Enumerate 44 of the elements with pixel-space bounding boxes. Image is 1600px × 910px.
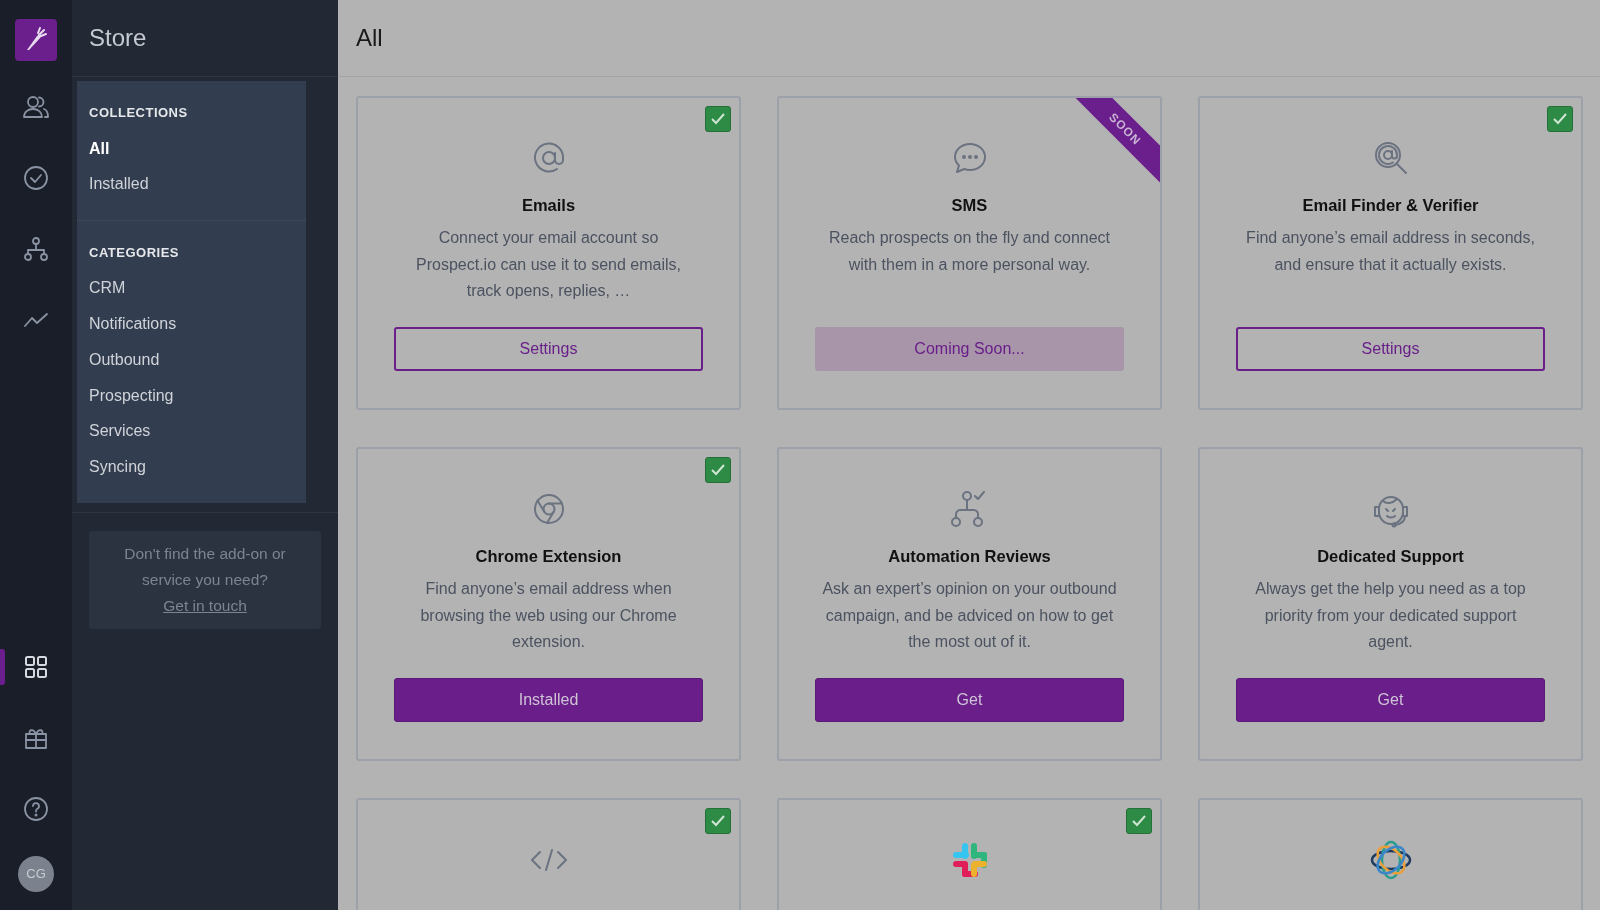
card-description: Always get the help you need as a top priority from your dedicated support agent. bbox=[1254, 579, 1527, 652]
people-icon bbox=[22, 93, 50, 120]
card-description: Ask an expert’s opinion on your outbound campaign, and be adviced on how to get the most out of it. bbox=[821, 579, 1118, 652]
sidebar-item[interactable]: Notifications bbox=[89, 306, 177, 342]
card-action-button[interactable]: Get bbox=[1236, 678, 1545, 722]
rings-logo-icon bbox=[1368, 840, 1413, 880]
help-text: Don't find the add-on or service you need? bbox=[123, 543, 287, 590]
card-description: Find anyone’s email address in seconds, and ensure that it actually exists. bbox=[1245, 228, 1536, 275]
card-action-button[interactable]: Installed bbox=[394, 678, 703, 722]
page-title: All bbox=[356, 23, 383, 53]
section-heading: COLLECTIONS bbox=[89, 104, 189, 122]
check-icon bbox=[710, 463, 726, 477]
hierarchy-icon bbox=[23, 235, 49, 262]
check-icon bbox=[1131, 814, 1147, 828]
card-description: Reach prospects on the fly and connect with them in a more personal way. bbox=[827, 228, 1112, 275]
sidebar-item[interactable]: All bbox=[89, 130, 110, 167]
check-icon bbox=[710, 112, 726, 126]
card-title: Emails bbox=[521, 196, 576, 215]
card-title: Email Finder & Verifier bbox=[1302, 196, 1479, 215]
help-icon bbox=[23, 795, 49, 822]
card-action-button[interactable]: Get bbox=[815, 678, 1124, 722]
section-heading: CATEGORIES bbox=[89, 243, 180, 262]
check-icon bbox=[1552, 112, 1568, 126]
card-description: Find anyone’s email address when browsing the web using our Chrome extension. bbox=[419, 579, 678, 652]
card-title: Dedicated Support bbox=[1317, 547, 1464, 566]
sidebar-item[interactable]: Installed bbox=[89, 166, 149, 202]
sidebar-title: Store bbox=[89, 23, 147, 53]
trend-icon bbox=[23, 310, 49, 329]
grid-icon bbox=[24, 654, 48, 679]
sidebar-item[interactable]: Syncing bbox=[89, 448, 146, 485]
check-circle-icon bbox=[23, 164, 49, 191]
sidebar-item[interactable]: CRM bbox=[89, 270, 126, 307]
check-icon bbox=[710, 814, 726, 828]
card-description: Connect your email account so Prospect.io can use it to send emails, track opens, replies, … bbox=[415, 228, 682, 301]
card-title: SMS bbox=[951, 196, 988, 215]
card-title: Automation Reviews bbox=[888, 547, 1051, 566]
sidebar-item[interactable]: Prospecting bbox=[89, 377, 174, 414]
card-action-button: Coming Soon... bbox=[815, 327, 1124, 371]
card-title: Chrome Extension bbox=[475, 547, 622, 566]
sidebar-item[interactable]: Services bbox=[89, 413, 151, 449]
sidebar-item[interactable]: Outbound bbox=[89, 341, 160, 378]
logo[interactable] bbox=[15, 19, 57, 61]
card-action-button[interactable]: Settings bbox=[394, 327, 703, 371]
card-action-button[interactable]: Settings bbox=[1236, 327, 1545, 371]
